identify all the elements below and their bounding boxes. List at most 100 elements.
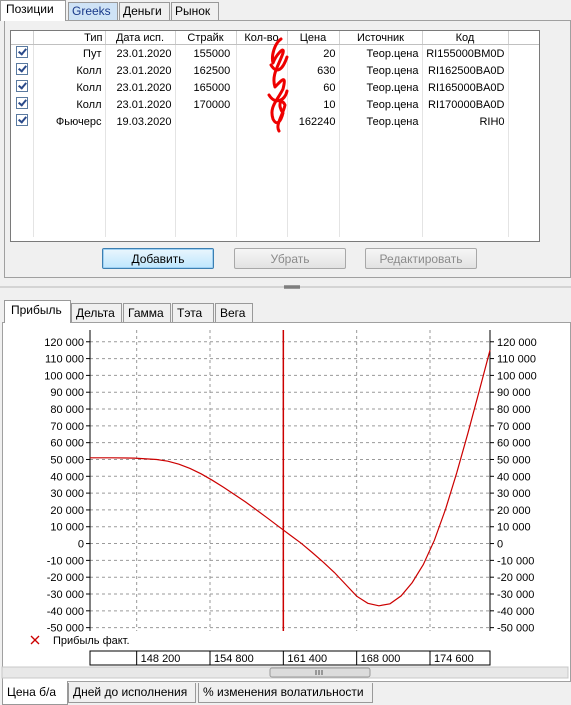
profit-curve xyxy=(90,350,491,607)
header-code[interactable]: Код xyxy=(422,31,509,45)
x-tick-label: 168 000 xyxy=(361,653,401,665)
y-tick-label-right: 100 000 xyxy=(497,370,537,382)
row-checkbox[interactable] xyxy=(11,96,34,113)
cell-code: RI155000BM0D xyxy=(422,44,509,62)
cell-source: Теор.цена xyxy=(339,79,423,96)
header-type[interactable]: Тип xyxy=(33,31,106,45)
x-tick-label: 161 400 xyxy=(287,653,327,665)
x-tick-label: 148 200 xyxy=(141,653,181,665)
cell-strike: 170000 xyxy=(175,96,237,113)
cell-date: 19.03.2020 xyxy=(105,113,176,130)
checkbox-checked-icon[interactable] xyxy=(15,97,28,109)
x-tick-label: 174 600 xyxy=(434,653,474,665)
header-source[interactable]: Источник xyxy=(339,31,423,45)
y-tick-label-right: -10 000 xyxy=(497,555,534,567)
header-check xyxy=(11,31,34,45)
tab-vega[interactable]: Вега xyxy=(215,303,253,322)
x-axis[interactable]: 148 200 154 800 161 400 168 000 174 600 xyxy=(1,650,569,679)
cell-type: Колл xyxy=(33,79,106,96)
tab-money[interactable]: Деньги xyxy=(119,2,170,20)
y-tick-label-left: 20 000 xyxy=(50,505,84,517)
cell-source: Теор.цена xyxy=(339,62,423,79)
row-checkbox[interactable] xyxy=(11,79,34,96)
tab-theta[interactable]: Тэта xyxy=(172,303,214,322)
cell-extra xyxy=(508,96,539,113)
tab-market[interactable]: Рынок xyxy=(171,2,219,20)
table-filler xyxy=(11,130,539,237)
cell-type: Колл xyxy=(33,62,106,79)
tab-gamma[interactable]: Гамма xyxy=(123,303,171,322)
y-tick-label-left: 40 000 xyxy=(50,471,84,483)
y-tick-label-right: -30 000 xyxy=(497,589,534,601)
y-tick-label-left: 110 000 xyxy=(45,354,84,366)
cell-extra xyxy=(508,62,539,79)
remove-button[interactable]: Убрать xyxy=(234,248,346,269)
y-tick-label-left: -30 000 xyxy=(47,589,84,601)
y-tick-label-right: 120 000 xyxy=(497,337,537,349)
tab-delta[interactable]: Дельта xyxy=(71,303,122,322)
y-tick-label-right: 60 000 xyxy=(497,438,531,450)
y-tick-label-right: 90 000 xyxy=(497,387,531,399)
profit-curve-group xyxy=(90,350,491,607)
row-checkbox[interactable] xyxy=(11,44,34,62)
tab-volatility-change[interactable]: % изменения волатильности xyxy=(198,683,373,703)
header-strike[interactable]: Страйк xyxy=(175,31,237,45)
y-tick-label-right: 70 000 xyxy=(497,421,531,433)
y-tick-label-left: 80 000 xyxy=(50,404,84,416)
cell-strike: 162500 xyxy=(175,62,237,79)
y-tick-label-right: 10 000 xyxy=(497,522,531,534)
tab-positions[interactable]: Позиции xyxy=(0,0,66,21)
y-tick-label-right: 80 000 xyxy=(497,404,531,416)
cell-date: 23.01.2020 xyxy=(105,44,176,62)
tab-profit[interactable]: Прибыль xyxy=(4,300,71,323)
y-tick-label-right: 40 000 xyxy=(497,471,531,483)
cell-strike xyxy=(175,113,237,130)
y-tick-label-right: -20 000 xyxy=(497,572,534,584)
checkbox-checked-icon[interactable] xyxy=(15,80,28,92)
y-tick-label-left: -10 000 xyxy=(47,555,84,567)
cell-source: Теор.цена xyxy=(339,96,423,113)
y-tick-label-right: -50 000 xyxy=(497,623,534,635)
y-tick-label-left: 60 000 xyxy=(50,438,84,450)
checkbox-checked-icon[interactable] xyxy=(15,114,28,126)
scrollbar-thumb[interactable] xyxy=(269,667,371,678)
tab-greeks[interactable]: Greeks xyxy=(68,2,118,20)
add-button[interactable]: Добавить xyxy=(102,248,214,269)
cell-date: 23.01.2020 xyxy=(105,96,176,113)
cell-extra xyxy=(508,113,539,130)
cell-code: RIH0 xyxy=(422,113,509,130)
positions-grid: Тип Дата исп. Страйк Кол-во Цена Источни… xyxy=(10,30,540,242)
row-checkbox[interactable] xyxy=(11,62,34,79)
y-axis-left: 120 000 110 000 100 000 90 000 80 000 70 000 6… xyxy=(44,330,91,635)
y-tick-label-right: 20 000 xyxy=(497,505,531,517)
y-tick-label-left: 90 000 xyxy=(50,387,84,399)
cell-strike: 165000 xyxy=(175,79,237,96)
tab-days-to-expiry[interactable]: Дней до исполнения xyxy=(68,683,196,703)
y-tick-label-left: 30 000 xyxy=(50,488,84,500)
cell-type: Колл xyxy=(33,96,106,113)
tab-underlying-price[interactable]: Цена б/а xyxy=(2,681,68,705)
cell-type: Пут xyxy=(33,44,106,62)
panel-splitter[interactable] xyxy=(0,284,571,291)
y-tick-label-left: 10 000 xyxy=(50,522,84,534)
cell-code: RI165000BA0D xyxy=(422,79,509,96)
edit-button[interactable]: Редактировать xyxy=(365,248,477,269)
profit-chart: 120 000 110 000 100 000 90 000 80 000 70 000 6… xyxy=(1,330,569,679)
redaction-scribble-path xyxy=(267,37,289,133)
x-tick-label: 154 800 xyxy=(214,653,254,665)
cell-type: Фьючерс xyxy=(33,113,106,130)
legend: Прибыль факт. xyxy=(30,635,130,647)
checkbox-checked-icon[interactable] xyxy=(15,63,28,75)
y-tick-label-right: 50 000 xyxy=(497,454,531,466)
y-tick-label-left: 0 xyxy=(78,539,84,551)
cell-strike: 155000 xyxy=(175,44,237,62)
redaction-scribble xyxy=(267,37,289,133)
checkbox-checked-icon[interactable] xyxy=(15,46,28,58)
y-tick-label-left: 100 000 xyxy=(44,370,84,382)
y-tick-label-left: -50 000 xyxy=(47,623,84,635)
header-date[interactable]: Дата исп. xyxy=(105,31,176,45)
cell-extra xyxy=(508,79,539,96)
y-tick-label-right: 30 000 xyxy=(497,488,531,500)
legend-label: Прибыль факт. xyxy=(53,635,130,647)
row-checkbox[interactable] xyxy=(11,113,34,130)
